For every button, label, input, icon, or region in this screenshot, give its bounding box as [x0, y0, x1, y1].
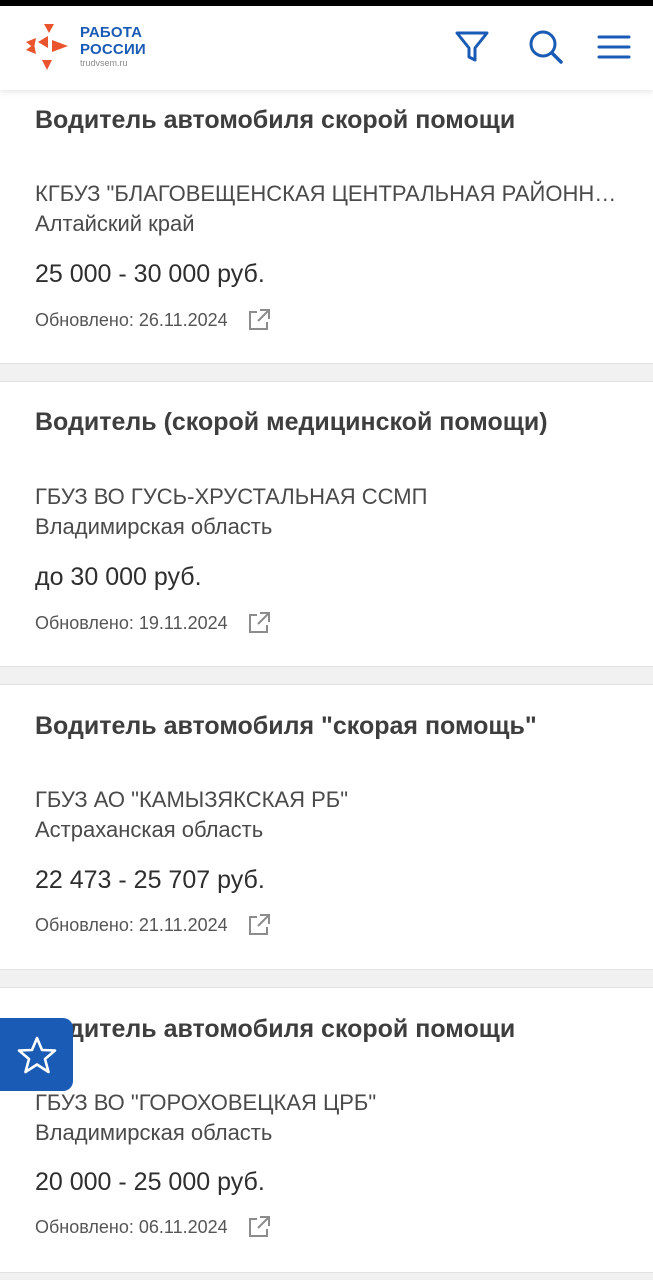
external-link-icon[interactable]	[246, 912, 272, 938]
logo-mark-icon	[22, 20, 74, 72]
logo[interactable]: РАБОТА РОССИИ trudvsem.ru	[22, 20, 146, 72]
vacancy-region: Владимирская область	[35, 1120, 273, 1145]
vacancy-employer: ГБУЗ АО "КАМЫЗЯКСКАЯ РБ"	[35, 787, 349, 812]
vacancy-employer: КГБУЗ "БЛАГОВЕЩЕНСКАЯ ЦЕНТРАЛЬНАЯ РАЙОНН…	[35, 181, 620, 206]
logo-site-url: trudvsem.ru	[80, 57, 128, 68]
vacancy-title[interactable]: Водитель автомобиля "скорая помощь"	[35, 709, 625, 743]
vacancy-employer: ГБУЗ ВО ГУСЬ-ХРУСТАЛЬНАЯ ССМП	[35, 484, 428, 509]
vacancy-updated-row: Обновлено: 26.11.2024	[35, 307, 272, 333]
logo-text-line2: РОССИИ	[80, 40, 146, 58]
vacancy-employer: ГБУЗ ВО "ГОРОХОВЕЦКАЯ ЦРБ"	[35, 1090, 377, 1115]
site-header: РАБОТА РОССИИ trudvsem.ru	[0, 6, 653, 90]
search-button[interactable]	[527, 28, 565, 66]
vacancy-updated-date: Обновлено: 26.11.2024	[35, 310, 228, 330]
search-icon	[529, 30, 563, 64]
vacancy-title[interactable]: Водитель автомобиля скорой помощи	[35, 1012, 625, 1046]
external-link-icon[interactable]	[246, 307, 272, 333]
vacancy-title[interactable]: Водитель (скорой медицинской помощи)	[35, 405, 625, 439]
vacancy-updated-row: Обновлено: 21.11.2024	[35, 912, 272, 938]
filter-icon	[455, 31, 489, 62]
vacancy-updated-date: Обновлено: 06.11.2024	[35, 1217, 228, 1237]
external-link-icon[interactable]	[246, 610, 272, 636]
vacancy-card[interactable]: Водитель автомобиля "скорая помощь" ГБУЗ…	[0, 684, 653, 970]
star-outline-icon	[17, 1036, 56, 1073]
vacancy-card[interactable]: Водитель (скорой медицинской помощи) ГБУ…	[0, 381, 653, 667]
vacancy-salary: до 30 000 руб.	[35, 563, 202, 591]
vacancy-region: Астраханская область	[35, 817, 264, 842]
vacancy-card[interactable]: Водитель автомобиля скорой помощи ГБУЗ В…	[0, 987, 653, 1273]
vacancy-salary: 22 473 - 25 707 руб.	[35, 866, 265, 894]
vacancy-salary: 20 000 - 25 000 руб.	[35, 1168, 265, 1196]
vacancy-region: Алтайский край	[35, 211, 195, 236]
vacancy-updated-date: Обновлено: 19.11.2024	[35, 613, 228, 633]
logo-text-line1: РАБОТА	[80, 23, 143, 41]
vacancy-salary: 25 000 - 30 000 руб.	[35, 260, 265, 288]
vacancy-updated-row: Обновлено: 19.11.2024	[35, 610, 272, 636]
filter-button[interactable]	[453, 28, 491, 66]
vacancy-updated-row: Обновлено: 06.11.2024	[35, 1214, 272, 1240]
vacancy-card[interactable]: Водитель автомобиля скорой помощи КГБУЗ …	[0, 80, 653, 364]
external-link-icon[interactable]	[246, 1214, 272, 1240]
hamburger-menu-icon	[597, 35, 631, 59]
vacancy-title[interactable]: Водитель автомобиля скорой помощи	[35, 103, 625, 137]
vacancy-region: Владимирская область	[35, 514, 273, 539]
favorites-button[interactable]	[0, 1018, 73, 1091]
menu-button[interactable]	[595, 28, 633, 66]
vacancy-updated-date: Обновлено: 21.11.2024	[35, 915, 228, 935]
